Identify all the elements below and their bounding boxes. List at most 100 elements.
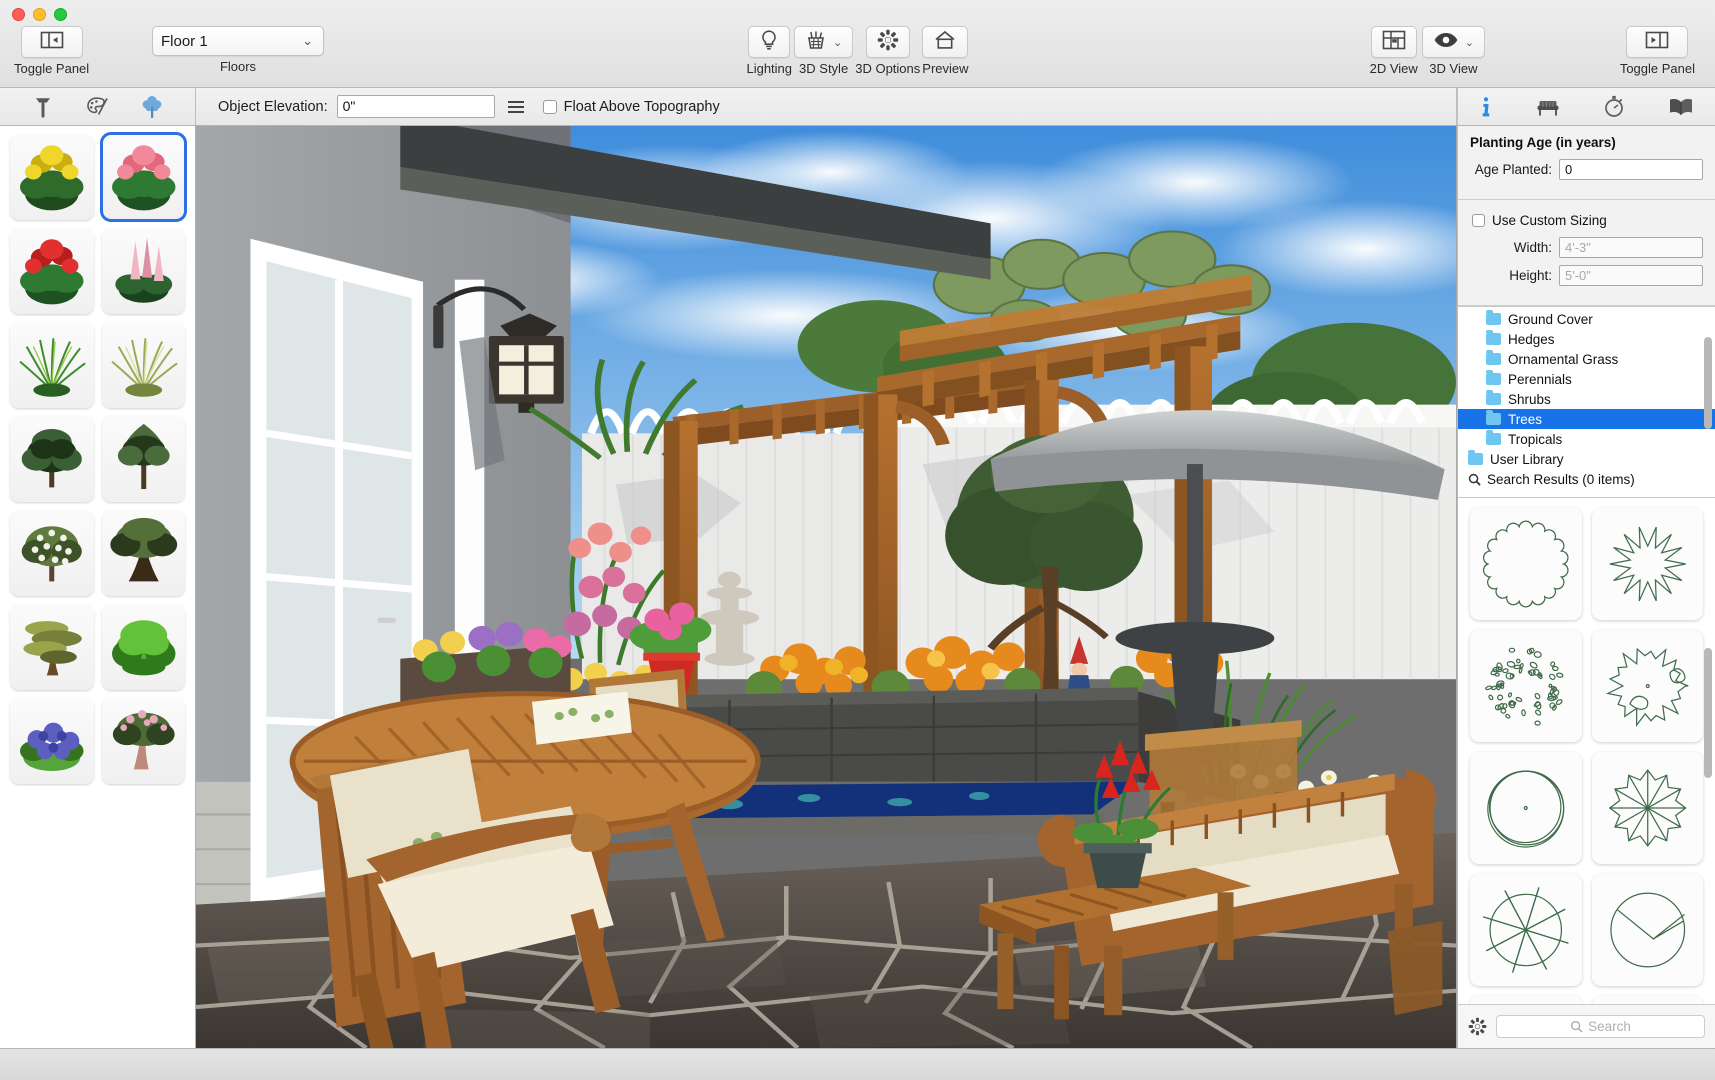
plant-thumbnail-yellow-celosia[interactable] <box>10 134 94 220</box>
plant-thumbnail-pink-astilbe[interactable] <box>102 228 186 314</box>
plan-symbol-grid <box>1470 508 1703 1004</box>
floors-group: Floor 1 ⌄ Floors <box>152 26 324 74</box>
category-row-shrubs[interactable]: Shrubs <box>1458 389 1715 409</box>
preview-button[interactable] <box>922 26 968 58</box>
folder-icon <box>1486 413 1501 425</box>
3d-options-button[interactable] <box>866 26 910 58</box>
plant-thumbnail-upright-shade-tree[interactable] <box>102 416 186 502</box>
category-row-search-results-0-items[interactable]: Search Results (0 items) <box>1458 469 1715 489</box>
status-bar <box>0 1048 1715 1080</box>
category-row-tropicals[interactable]: Tropicals <box>1458 429 1715 449</box>
application-window: Toggle Panel Floor 1 ⌄ Floors Lighting ⌄… <box>0 0 1715 1080</box>
plant-thumbnail-pink-geranium[interactable] <box>102 134 186 220</box>
width-input[interactable]: 4'-3" <box>1559 237 1703 258</box>
lighting-button[interactable] <box>748 26 790 58</box>
angular-crown-plan-symbol[interactable] <box>1592 996 1704 1004</box>
workspace: Planting Age (in years) Age Planted: 0 U… <box>0 126 1715 1048</box>
inspector-footer: Search <box>1458 1004 1715 1048</box>
view-mode-group: 2D View ⌄ 3D View <box>1370 26 1485 76</box>
use-custom-sizing-checkbox[interactable]: Use Custom Sizing <box>1472 213 1703 228</box>
radial-fan-plan-symbol[interactable] <box>1592 752 1704 864</box>
eye-icon <box>1433 31 1459 54</box>
plant-thumbnail-japanese-maple[interactable] <box>10 604 94 690</box>
paintbrush-icon[interactable] <box>85 95 109 119</box>
library-search-placeholder: Search <box>1588 1019 1631 1034</box>
plant-thumbnail-crape-myrtle[interactable] <box>102 698 186 784</box>
tab-library-book[interactable] <box>1662 94 1700 120</box>
house-icon <box>933 29 957 56</box>
toggle-right-panel-group: Toggle Panel <box>1620 26 1695 76</box>
category-row-label: Hedges <box>1508 332 1555 347</box>
mode-icon-group <box>0 88 196 125</box>
concentric-circle-plan-symbol[interactable] <box>1470 752 1582 864</box>
toggle-left-panel-button[interactable] <box>21 26 83 58</box>
scalloped-canopy-plan-symbol[interactable] <box>1470 508 1582 620</box>
3d-style-cell: ⌄ 3D Style <box>794 26 853 76</box>
plant-thumbnail-grid <box>10 134 185 784</box>
category-row-user-library[interactable]: User Library <box>1458 449 1715 469</box>
plant-thumbnail-spreading-oak[interactable] <box>102 510 186 596</box>
list-icon[interactable] <box>506 99 526 115</box>
wedge-circle-plan-symbol[interactable] <box>1592 874 1704 986</box>
category-row-ornamental-grass[interactable]: Ornamental Grass <box>1458 349 1715 369</box>
library-category-tree[interactable]: Ground Cover Hedges Ornamental Grass Perenn… <box>1458 306 1715 498</box>
category-row-perennials[interactable]: Perennials <box>1458 369 1715 389</box>
tab-furniture[interactable] <box>1530 94 1566 120</box>
half-spoke-plan-symbol[interactable] <box>1470 996 1582 1004</box>
category-row-label: Shrubs <box>1508 392 1551 407</box>
minimize-window-button[interactable] <box>33 8 46 21</box>
star-burst-plan-symbol[interactable] <box>1592 508 1704 620</box>
toggle-right-panel-button[interactable] <box>1626 26 1688 58</box>
chevron-down-icon[interactable]: ⌄ <box>833 36 842 49</box>
category-tree-scrollbar[interactable] <box>1704 337 1712 429</box>
height-input[interactable]: 5'-0" <box>1559 265 1703 286</box>
plant-thumbnail-green-ornamental-grass[interactable] <box>10 322 94 408</box>
symbol-gallery-scrollbar[interactable] <box>1704 648 1712 778</box>
2d-view-button[interactable] <box>1371 26 1417 58</box>
gear-icon[interactable] <box>1468 1017 1487 1036</box>
plant-thumbnail-red-geranium[interactable] <box>10 228 94 314</box>
stipple-foliage-plan-symbol[interactable] <box>1470 630 1582 742</box>
floor-select-value: Floor 1 <box>161 33 208 50</box>
object-subtoolbar: Object Elevation: 0" Float Above Topogra… <box>0 88 1715 126</box>
plant-library-panel[interactable] <box>0 126 196 1048</box>
spoked-circle-plan-symbol[interactable] <box>1470 874 1582 986</box>
plan-symbol-gallery[interactable] <box>1458 498 1715 1004</box>
zoom-window-button[interactable] <box>54 8 67 21</box>
plant-thumbnail-dark-canopy-tree[interactable] <box>10 416 94 502</box>
object-elevation-zone: Object Elevation: 0" Float Above Topogra… <box>196 88 1457 125</box>
floor-select[interactable]: Floor 1 ⌄ <box>152 26 324 56</box>
close-window-button[interactable] <box>12 8 25 21</box>
category-row-trees[interactable]: Trees <box>1458 409 1715 429</box>
tab-stopwatch[interactable] <box>1597 93 1631 120</box>
plant-thumbnail-variegated-ornamental-grass[interactable] <box>102 322 186 408</box>
backyard-patio-3d-render <box>196 126 1456 1048</box>
toggle-left-panel-label: Toggle Panel <box>14 61 89 76</box>
3d-view-label: 3D View <box>1422 61 1485 76</box>
tree-icon[interactable] <box>140 94 164 120</box>
category-row-label: Ornamental Grass <box>1508 352 1618 367</box>
category-row-label: Ground Cover <box>1508 312 1593 327</box>
category-row-hedges[interactable]: Hedges <box>1458 329 1715 349</box>
float-above-topography-checkbox[interactable]: Float Above Topography <box>543 99 720 115</box>
lobed-canopy-plan-symbol[interactable] <box>1592 630 1704 742</box>
plant-thumbnail-bright-green-shrub[interactable] <box>102 604 186 690</box>
plant-thumbnail-blue-hydrangea[interactable] <box>10 698 94 784</box>
hammer-icon[interactable] <box>32 95 54 119</box>
3d-style-button[interactable]: ⌄ <box>794 26 853 58</box>
library-search-input[interactable]: Search <box>1496 1015 1705 1038</box>
3d-view-button[interactable]: ⌄ <box>1422 26 1485 58</box>
age-planted-input[interactable]: 0 <box>1559 159 1703 180</box>
chevron-down-icon[interactable]: ⌄ <box>1465 36 1474 49</box>
object-elevation-input[interactable]: 0" <box>337 95 495 118</box>
planting-age-section: Planting Age (in years) Age Planted: 0 <box>1458 126 1715 200</box>
tab-info[interactable] <box>1473 94 1499 120</box>
category-row-ground-cover[interactable]: Ground Cover <box>1458 309 1715 329</box>
panel-right-icon <box>1645 31 1669 54</box>
folder-icon <box>1468 453 1483 465</box>
3d-viewport[interactable] <box>196 126 1457 1048</box>
category-row-label: Tropicals <box>1508 432 1562 447</box>
folder-icon <box>1486 333 1501 345</box>
height-row: Height: 5'-0" <box>1470 265 1703 286</box>
plant-thumbnail-flowering-dogwood[interactable] <box>10 510 94 596</box>
